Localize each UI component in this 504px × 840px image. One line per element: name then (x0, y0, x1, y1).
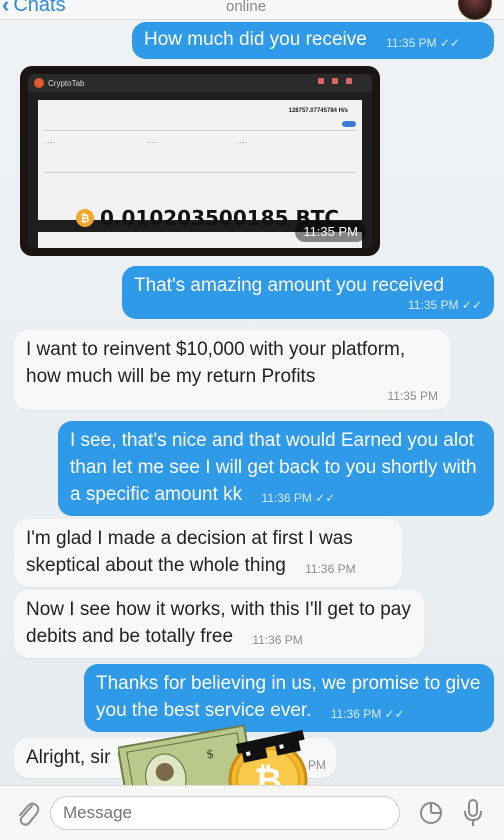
message-outgoing[interactable]: I see, that's nice and that would Earned… (58, 421, 494, 516)
chevron-left-icon: ‹ (2, 0, 10, 17)
image-message[interactable]: CryptoTab 128757.07745784 H/s ····· ····… (20, 66, 380, 256)
chat-header: ‹ Chats online (0, 0, 504, 20)
cryptotab-panel: 128757.07745784 H/s ····· ····· ····· (38, 100, 362, 220)
double-check-icon: ✓✓ (461, 298, 482, 312)
message-incoming[interactable]: I'm glad I made a decision at first I wa… (14, 519, 402, 587)
back-label: Chats (13, 0, 66, 16)
bitcoin-icon: ₿ (76, 209, 94, 227)
message-outgoing[interactable]: How much did you receive 11:35 PM ✓✓ (132, 22, 494, 59)
cryptotab-logo-icon (34, 78, 44, 88)
message-text: That's amazing amount you received (134, 275, 444, 296)
message-time: 11:35 PM ✓✓ (386, 36, 461, 50)
message-incoming[interactable]: Now I see how it works, with this I'll g… (14, 590, 424, 658)
avatar[interactable] (458, 0, 492, 20)
hash-rate: 128757.07745784 H/s (288, 108, 348, 114)
message-time: 11:35 PM (387, 389, 438, 403)
message-incoming[interactable]: I want to reinvent $10,000 with your pla… (14, 330, 450, 410)
paperclip-icon[interactable] (14, 798, 40, 828)
toggle-switch (342, 121, 356, 127)
message-time: 11:36 PM ✓✓ (330, 707, 405, 721)
message-text: Now I see how it works, with this I'll g… (26, 599, 411, 647)
message-time: 11:36 PM (305, 562, 356, 576)
message-input[interactable] (50, 796, 400, 830)
double-check-icon: ✓✓ (315, 491, 336, 505)
message-text: Thanks for believing in us, we promise t… (96, 673, 481, 721)
microphone-icon[interactable] (462, 798, 484, 828)
message-text: How much did you receive (144, 29, 367, 50)
panel-label: ····· (148, 140, 157, 146)
back-button[interactable]: ‹ Chats (2, 0, 66, 18)
titlebar-icons (318, 78, 352, 84)
message-composer (0, 785, 504, 840)
cryptotab-app-name: CryptoTab (48, 78, 85, 88)
divider (44, 130, 356, 131)
message-time: 11:35 PM ✓✓ (408, 298, 482, 312)
cryptotab-titlebar: CryptoTab (28, 74, 372, 92)
message-text: I want to reinvent $10,000 with your pla… (26, 339, 406, 387)
image-time: 11:35 PM (295, 221, 366, 242)
sticker-icon[interactable] (418, 800, 444, 826)
message-text: I'm glad I made a decision at first I wa… (26, 528, 353, 576)
double-check-icon: ✓✓ (439, 36, 461, 50)
panel-label: ····· (46, 140, 55, 146)
message-time: 11:36 PM ✓✓ (261, 491, 336, 505)
message-time: 11:36 PM (252, 633, 303, 647)
double-check-icon: ✓✓ (384, 707, 405, 721)
panel-label: ····· (238, 140, 247, 146)
divider (44, 172, 356, 173)
message-text: Alright, sir (26, 747, 111, 768)
contact-status: online (226, 0, 267, 15)
message-outgoing[interactable]: That's amazing amount you received 11:35… (122, 266, 494, 319)
